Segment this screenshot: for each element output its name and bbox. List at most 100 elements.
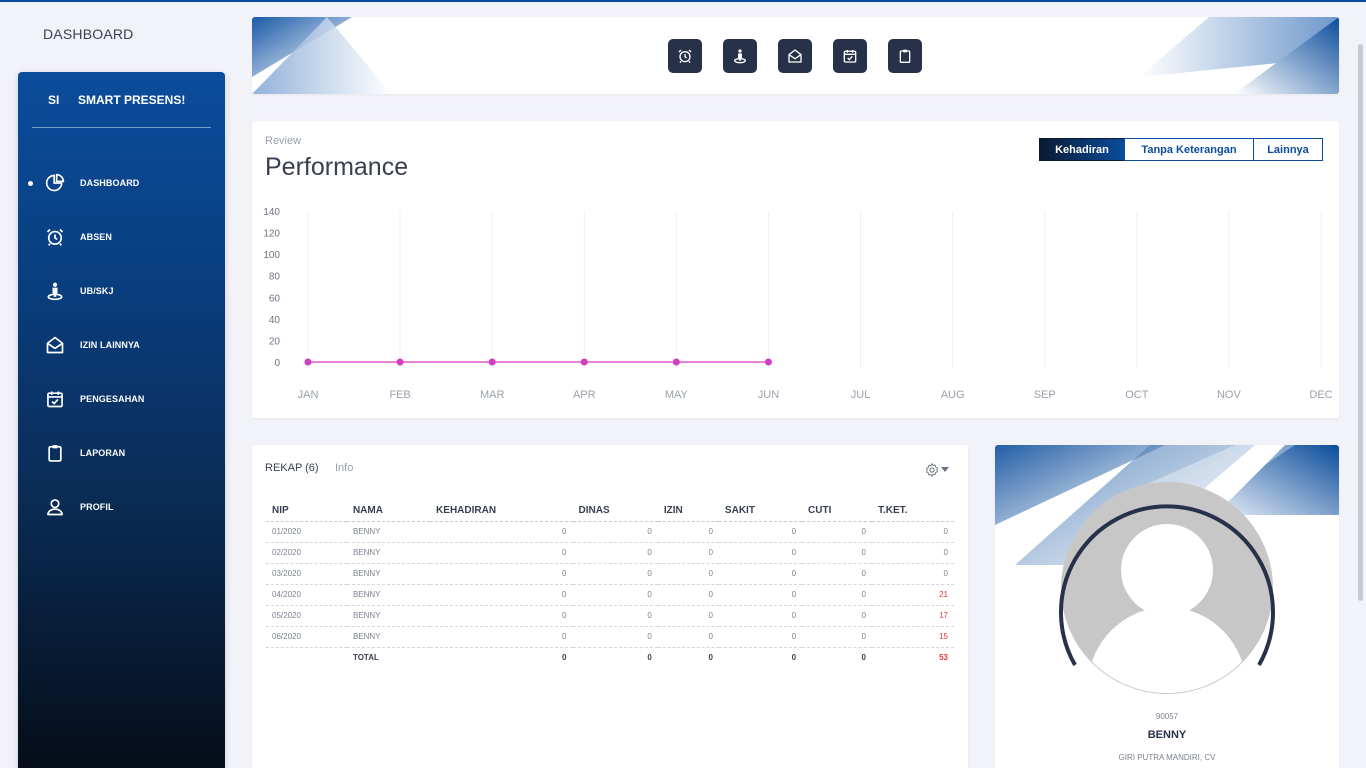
avatar (1059, 482, 1275, 694)
sidebar-item-pengesahan[interactable]: PENGESAHAN (18, 372, 225, 426)
quick-action-alarm-clock-button[interactable] (668, 39, 702, 73)
table-cell: 0 (708, 653, 713, 663)
sidebar-item-label: UB/SKJ (80, 286, 114, 296)
column-header-nip[interactable]: NIP (266, 500, 347, 522)
sidebar-item-absen[interactable]: ABSEN (18, 210, 225, 264)
y-tick-label: 0 (274, 358, 280, 369)
quick-action-envelope-open-button[interactable] (778, 39, 812, 73)
y-tick-label: 100 (263, 250, 280, 261)
sidebar-header: SI SMART PRESENS! (32, 72, 211, 128)
quick-action-calendar-check-button[interactable] (833, 39, 867, 73)
table-cell: 0 (657, 605, 719, 627)
profile-name: BENNY (1147, 729, 1187, 741)
column-header-cuti[interactable]: CUTI (802, 500, 872, 522)
table-cell: 53 (939, 653, 948, 663)
pie-chart-icon (44, 172, 66, 194)
x-tick-label: JUL (851, 389, 871, 401)
table-cell: 21 (871, 584, 954, 606)
performance-card: Review Performance Kehadiran Tanpa Ketera… (252, 121, 1339, 418)
tab-rekap[interactable]: REKAP (6) (265, 462, 319, 474)
table-cell: 0 (802, 563, 872, 585)
column-header-nama[interactable]: NAMA (346, 500, 431, 522)
person-location-icon (732, 48, 748, 64)
sidebar-item-label: PROFIL (80, 502, 114, 512)
y-tick-label: 20 (269, 336, 281, 347)
table-cell: 0 (430, 584, 573, 606)
sidebar-item-ub-skj[interactable]: UB/SKJ (18, 264, 225, 318)
clipboard-icon (44, 442, 66, 464)
table-row: 06/2020 BENNY 0 0 0 0 0 15 (266, 626, 954, 648)
table-cell: 0 (430, 626, 573, 648)
table-cell: 0 (802, 605, 872, 627)
table-cell: 05/2020 (266, 605, 347, 627)
x-tick-label: NOV (1217, 389, 1242, 401)
profile-card: 90057 BENNY GIRI PUTRA MANDIRI, CV (995, 445, 1339, 768)
table-cell: BENNY (346, 521, 431, 543)
sidebar-brand-title: SMART PRESENS! (78, 92, 186, 107)
sidebar-item-label: IZIN LAINNYA (80, 340, 140, 350)
column-header-t-ket-[interactable]: T.KET. (871, 500, 954, 522)
table-cell: BENNY (346, 584, 431, 606)
quick-actions (668, 39, 922, 73)
table-total-row: TOTAL 0 0 0 0 0 53 (266, 647, 954, 668)
performance-chart: JAN FEB MAR APR MAY JUN JUL AUG SEP OCT NOV DEC 0 20 4… (263, 207, 1332, 401)
table-cell: 0 (430, 605, 573, 627)
table-row: 04/2020 BENNY 0 0 0 0 0 21 (266, 584, 954, 606)
table-cell: 0 (718, 605, 803, 627)
settings-dropdown[interactable] (924, 462, 949, 478)
profile-nip: 90057 (1155, 712, 1179, 721)
banner-decoration-right (1139, 17, 1339, 94)
gear-icon (926, 463, 938, 477)
data-point (396, 358, 404, 366)
table-cell: BENNY (346, 605, 431, 627)
table-row: 02/2020 BENNY 0 0 0 0 0 0 (266, 542, 954, 564)
tab-info[interactable]: Info (335, 462, 353, 474)
table-row: 01/2020 BENNY 0 0 0 0 0 0 (266, 521, 954, 543)
table-cell: 0 (718, 542, 803, 564)
quick-action-clipboard-button[interactable] (888, 39, 922, 73)
sidebar-item-izin-lainnya[interactable]: IZIN LAINNYA (18, 318, 225, 372)
table-cell: 0 (871, 563, 954, 585)
alarm-clock-icon (677, 48, 693, 64)
data-point (488, 358, 496, 366)
x-tick-label: AUG (941, 389, 965, 401)
table-cell: 0 (572, 521, 658, 543)
table-cell: 0 (861, 653, 866, 663)
quick-action-person-location-button[interactable] (723, 39, 757, 73)
table-row: 03/2020 BENNY 0 0 0 0 0 0 (266, 563, 954, 585)
sidebar-item-laporan[interactable]: LAPORAN (18, 426, 225, 480)
column-header-izin[interactable]: IZIN (657, 500, 719, 522)
sidebar-item-dashboard[interactable]: DASHBOARD (18, 156, 225, 210)
sidebar-item-profil[interactable]: PROFIL (18, 480, 225, 534)
sidebar-brand-short: SI (48, 92, 60, 107)
x-tick-label: FEB (389, 389, 410, 401)
table-cell: 0 (572, 626, 658, 648)
table-cell: 0 (871, 542, 954, 564)
x-tick-label: OCT (1125, 389, 1149, 401)
data-point (764, 358, 772, 366)
sidebar-nav: DASHBOARD ABSEN UB/SKJ IZIN LAINNYA PENGESAH… (18, 128, 225, 534)
banner-decoration-left (252, 17, 392, 94)
table-cell: 02/2020 (266, 542, 347, 564)
column-header-dinas[interactable]: DINAS (572, 500, 658, 522)
sidebar-item-label: ABSEN (80, 232, 113, 242)
rekap-table: NIP NAMA KEHADIRAN DINAS IZIN SAKIT CUTI T.KET.… (266, 500, 954, 668)
clipboard-icon (897, 48, 913, 64)
table-cell: 0 (802, 584, 872, 606)
caret-down-icon (941, 467, 949, 472)
person-location-icon (44, 280, 66, 302)
table-cell: 0 (572, 563, 658, 585)
column-header-kehadiran[interactable]: KEHADIRAN (430, 500, 573, 522)
page-scrollbar[interactable] (1358, 44, 1363, 601)
table-cell: 0 (572, 542, 658, 564)
table-cell: 01/2020 (266, 521, 347, 543)
column-header-sakit[interactable]: SAKIT (718, 500, 803, 522)
table-cell: BENNY (346, 542, 431, 564)
top-accent-line (0, 0, 1366, 2)
calendar-check-icon (842, 48, 858, 64)
table-cell: 17 (871, 605, 954, 627)
table-cell: 04/2020 (266, 584, 347, 606)
table-cell: 0 (647, 653, 652, 663)
y-tick-label: 60 (269, 293, 281, 304)
table-cell: 0 (802, 626, 872, 648)
